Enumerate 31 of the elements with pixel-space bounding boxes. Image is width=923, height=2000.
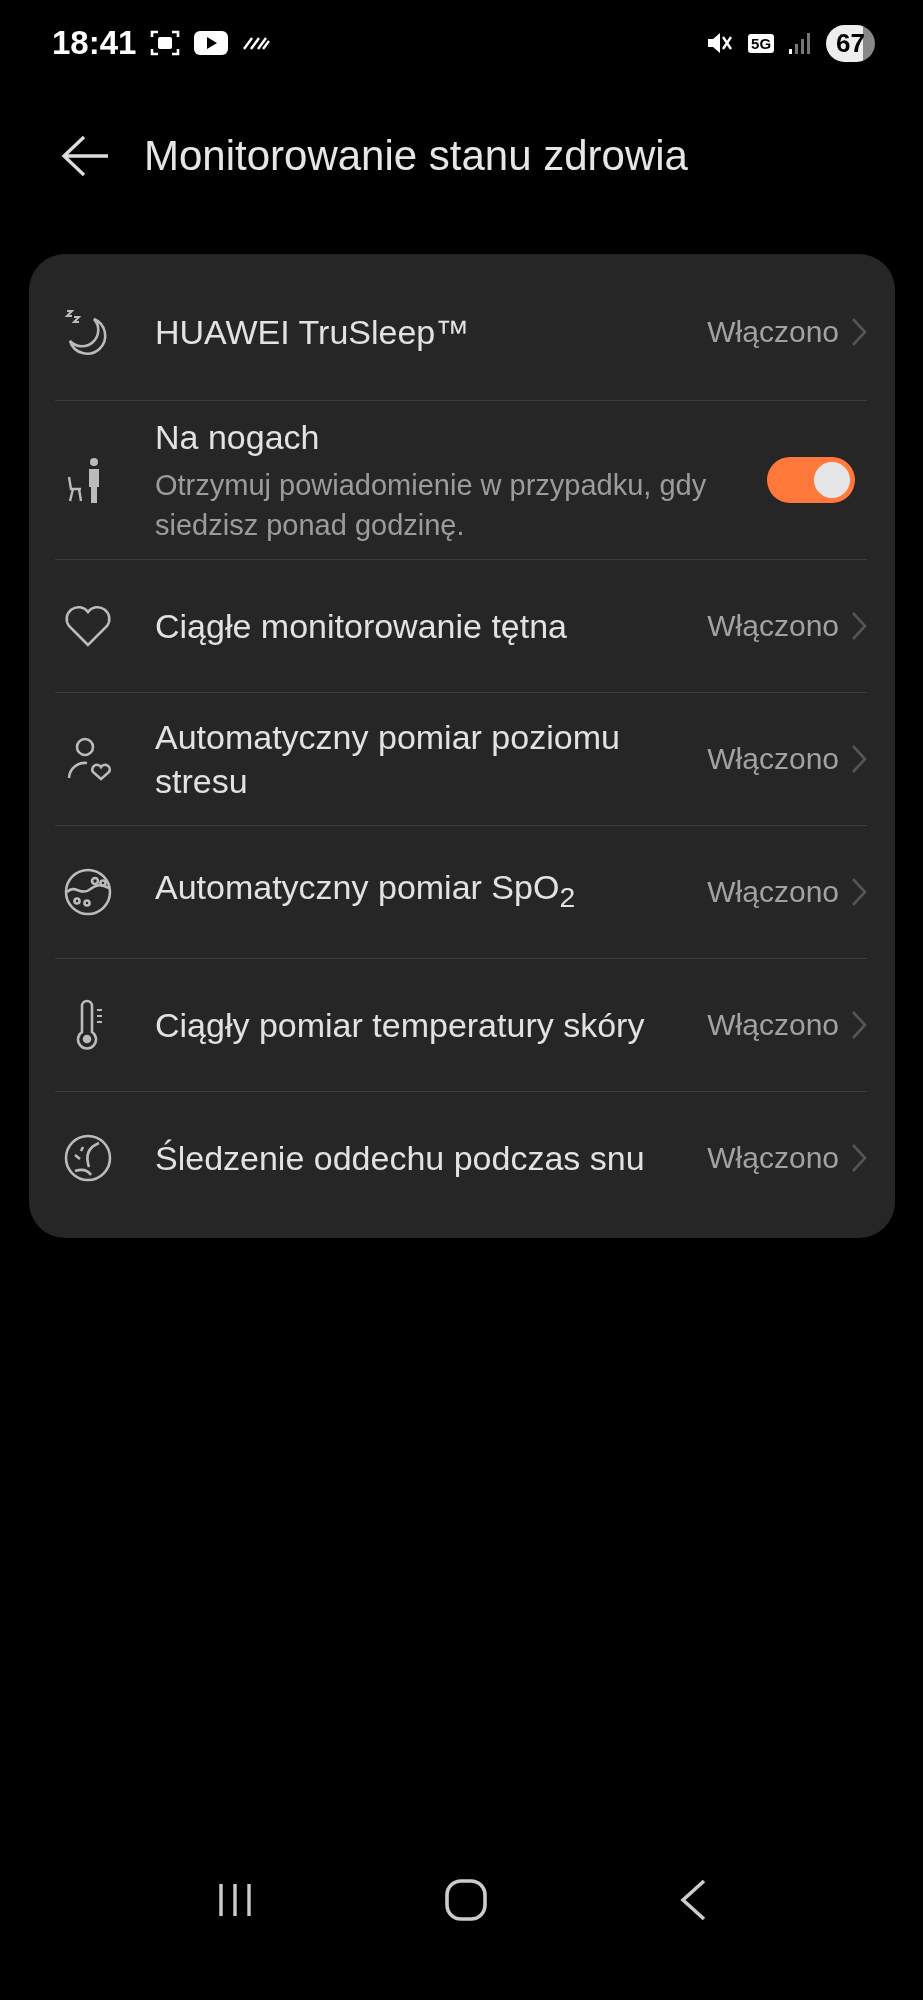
setting-title: Śledzenie oddechu podczas snu [155, 1138, 646, 1179]
chevron-right-icon [851, 611, 867, 641]
chevron-right-icon [851, 1143, 867, 1173]
chevron-right-icon [851, 744, 867, 774]
screenshot-icon [150, 29, 181, 57]
stripes-icon [242, 36, 271, 50]
setting-title: Ciągłe monitorowanie tętna [155, 606, 569, 647]
setting-title: Automatyczny pomiar poziomu stresu [155, 717, 621, 802]
setting-status[interactable]: Włączono [707, 609, 839, 643]
setting-status[interactable]: Włączono [707, 315, 839, 349]
toggle-switch[interactable] [767, 457, 855, 503]
network-type: 5G [748, 33, 775, 53]
setting-status[interactable]: Włączono [707, 742, 839, 776]
setting-title: Na nogach [155, 417, 321, 458]
setting-status[interactable]: Włączono [707, 1008, 839, 1042]
back-icon[interactable] [60, 134, 110, 178]
status-time: 18:41 [52, 24, 137, 62]
chevron-right-icon [851, 317, 867, 347]
signal-icon [788, 31, 813, 55]
setting-title: Automatyczny pomiar SpO$_{2}$ [155, 867, 577, 915]
battery-level: 67 [826, 24, 875, 62]
home-icon[interactable] [444, 1878, 489, 1922]
setting-title: HUAWEI TruSleep™ [155, 312, 471, 353]
chevron-right-icon [851, 1010, 867, 1040]
setting-title: Ciągły pomiar temperatury skóry [155, 1005, 646, 1046]
setting-status[interactable]: Włączono [707, 875, 839, 909]
play-icon [194, 31, 229, 55]
page-title: Monitorowanie stanu zdrowia [144, 132, 688, 180]
chevron-right-icon [851, 877, 867, 907]
setting-description: Otrzymuj powiadomienie w przypadku, gdy siedzisz ponad godzinę. [155, 468, 708, 543]
setting-status[interactable]: Włączono [707, 1141, 839, 1175]
